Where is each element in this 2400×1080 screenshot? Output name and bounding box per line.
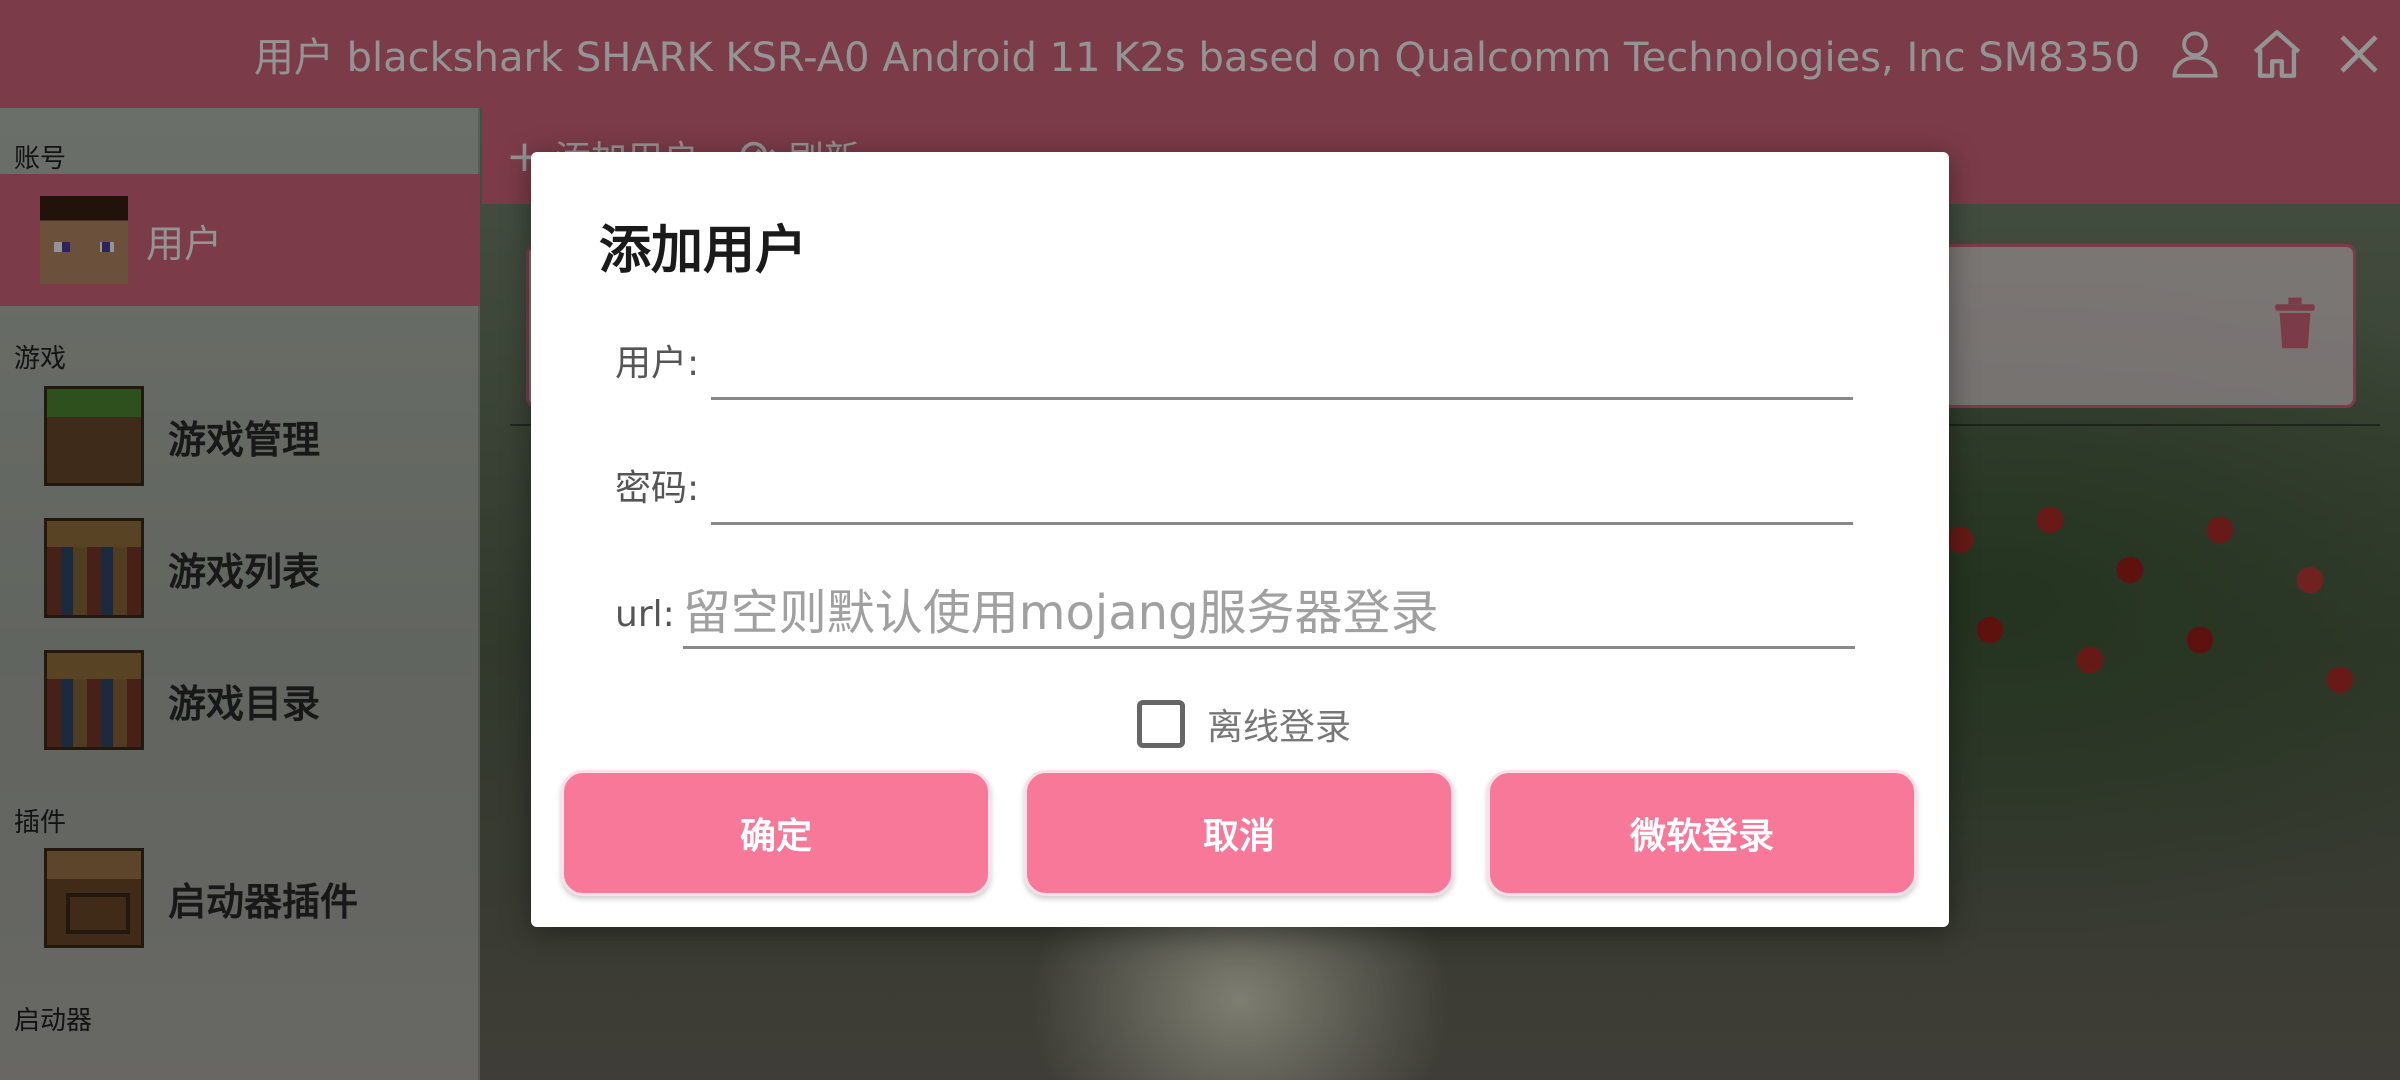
cancel-button[interactable]: 取消 bbox=[1024, 770, 1454, 896]
url-label: url: bbox=[615, 594, 675, 635]
password-label: 密码: bbox=[615, 468, 700, 509]
username-row: 用户: bbox=[615, 330, 1854, 400]
offline-login-label: 离线登录 bbox=[1207, 707, 1352, 748]
offline-login-checkbox[interactable] bbox=[1137, 700, 1185, 748]
offline-login-row[interactable]: 离线登录 bbox=[1137, 698, 1351, 750]
dialog-title: 添加用户 bbox=[599, 221, 808, 281]
username-label: 用户: bbox=[615, 343, 700, 384]
url-row: url: bbox=[615, 579, 1855, 649]
password-input[interactable] bbox=[711, 455, 1854, 525]
password-row: 密码: bbox=[615, 455, 1854, 525]
username-input[interactable] bbox=[711, 330, 1854, 400]
url-input[interactable] bbox=[682, 579, 1855, 649]
microsoft-login-button[interactable]: 微软登录 bbox=[1487, 770, 1917, 896]
confirm-button[interactable]: 确定 bbox=[561, 770, 991, 896]
add-user-dialog: 添加用户 用户: 密码: url: 离线登录 确定 取消 微软登录 bbox=[531, 152, 1949, 927]
